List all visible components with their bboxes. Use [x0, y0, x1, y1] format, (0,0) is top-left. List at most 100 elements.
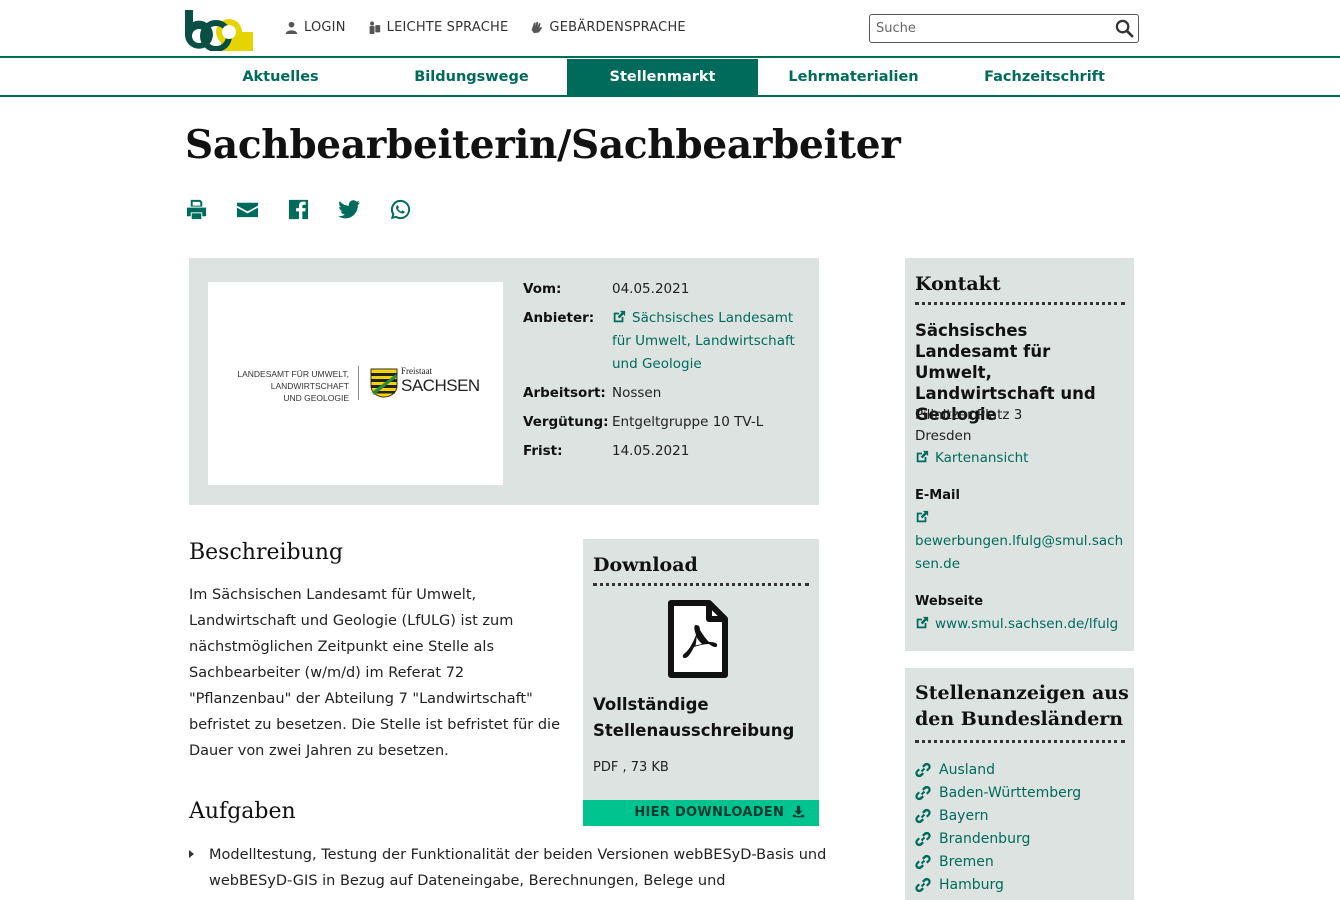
detail-value: Entgeltgruppe 10 TV-L [612, 414, 764, 430]
bundeslaender-box: Stellenanzeigen aus den Bundesländern Au… [905, 668, 1134, 900]
lfulg-line-2: LANDWIRTSCHAFT [270, 381, 349, 391]
anbieter-text: Sächsisches Landesamt für Umwelt, Landwi… [612, 310, 795, 372]
bundesland-link[interactable]: Bremen [915, 850, 1081, 873]
facebook-share-button[interactable] [287, 198, 310, 221]
map-link[interactable]: Kartenansicht [915, 447, 1127, 470]
envelope-icon [236, 202, 259, 218]
detail-label: Anbieter: [523, 310, 595, 326]
detail-row-vom: Vom: 04.05.2021 [523, 278, 797, 301]
employer-logo: LANDESAMT FÜR UMWELT, LANDWIRTSCHAFT UND… [208, 282, 503, 485]
aufgaben-heading: Aufgaben [189, 799, 296, 824]
bundesland-link[interactable]: Brandenburg [915, 827, 1081, 850]
external-link-icon [915, 509, 929, 523]
download-meta: PDF , 73 KB [593, 760, 669, 775]
chain-link-icon [915, 854, 931, 869]
nav-item-fachzeitschrift[interactable]: Fachzeitschrift [949, 59, 1140, 95]
bundesland-label: Bremen [939, 853, 994, 870]
download-filename: Vollständige Stellenausschreibung [593, 695, 795, 740]
bundesland-link[interactable]: Baden-Württemberg [915, 781, 1081, 804]
gebaerdensprache-link[interactable]: GEBÄRDENSPRACHE [530, 20, 686, 35]
login-link[interactable]: LOGIN [285, 20, 346, 35]
logo-divider [358, 366, 359, 400]
detail-label: Vergütung: [523, 414, 609, 430]
bundesland-label: Baden-Württemberg [939, 784, 1082, 801]
easy-language-icon [369, 21, 380, 34]
detail-value: 04.05.2021 [612, 281, 690, 297]
bundesland-link[interactable]: Ausland [915, 758, 1081, 781]
bundeslaender-list: Ausland Baden-Württemberg Bayern Branden… [915, 758, 1081, 896]
lfulg-line-1: LANDESAMT FÜR UMWELT, [237, 369, 349, 379]
webseite-label: Webseite [915, 594, 984, 609]
detail-row-arbeitsort: Arbeitsort: Nossen [523, 382, 797, 405]
bundesland-label: Bayern [939, 807, 989, 824]
main-nav: Aktuelles Bildungswege Stellenmarkt Lehr… [0, 59, 1340, 97]
email-link[interactable]: bewerbungen.lfulg@smul.sachsen.de [915, 507, 1127, 576]
whatsapp-icon [390, 199, 411, 220]
main-nav-items: Aktuelles Bildungswege Stellenmarkt Lehr… [185, 59, 1140, 95]
email-share-button[interactable] [236, 198, 259, 221]
dotted-divider [915, 740, 1125, 743]
leichte-sprache-label: LEICHTE SPRACHE [386, 20, 509, 35]
anbieter-link[interactable]: Sächsisches Landesamt für Umwelt, Landwi… [612, 307, 797, 376]
job-details: Vom: 04.05.2021 Anbieter: Sächsisches La… [523, 278, 797, 469]
twitter-icon [338, 200, 361, 219]
site-logo[interactable] [183, 6, 253, 51]
pdf-file-icon[interactable] [667, 599, 729, 679]
kontakt-box: Kontakt Sächsisches Landesamt für Umwelt… [905, 258, 1134, 651]
detail-row-verguetung: Vergütung: Entgeltgruppe 10 TV-L [523, 411, 797, 434]
bundesland-label: Hamburg [939, 876, 1004, 893]
login-label: LOGIN [304, 20, 346, 35]
gebaerdensprache-label: GEBÄRDENSPRACHE [549, 20, 686, 35]
detail-row-anbieter: Anbieter: Sächsisches Landesamt für Umwe… [523, 307, 797, 376]
map-link-label: Kartenansicht [935, 450, 1029, 466]
whatsapp-share-button[interactable] [389, 198, 412, 221]
nav-item-lehrmaterialien[interactable]: Lehrmaterialien [758, 59, 949, 95]
nav-item-aktuelles[interactable]: Aktuelles [185, 59, 376, 95]
aufgaben-list-item: Modelltestung, Testung der Funktionalitä… [189, 842, 829, 894]
share-bar [185, 198, 412, 221]
download-box: Download Vollständige Stellenausschreibu… [583, 539, 819, 826]
detail-value: Nossen [612, 385, 662, 401]
bundeslaender-heading: Stellenanzeigen aus den Bundesländern [915, 682, 1129, 730]
search-box [869, 14, 1139, 43]
sign-language-icon [532, 21, 543, 34]
search-input[interactable] [870, 15, 1106, 42]
nav-item-stellenmarkt[interactable]: Stellenmarkt [567, 59, 758, 95]
nav-item-bildungswege[interactable]: Bildungswege [376, 59, 567, 95]
job-info-box: LANDESAMT FÜR UMWELT, LANDWIRTSCHAFT UND… [189, 258, 819, 505]
download-button[interactable]: HIER DOWNLOADEN [583, 800, 819, 826]
chain-link-icon [915, 831, 931, 846]
page-title: Sachbearbeiterin/Sachbearbeiter [185, 122, 901, 168]
kontakt-city: Dresden [915, 428, 972, 444]
twitter-share-button[interactable] [338, 198, 361, 221]
chain-link-icon [915, 762, 931, 777]
website-url: www.smul.sachsen.de/lfulg [935, 616, 1119, 632]
download-button-label: HIER DOWNLOADEN [634, 805, 785, 820]
detail-value: 14.05.2021 [612, 443, 690, 459]
saxony-crest-icon [370, 368, 398, 398]
detail-row-frist: Frist: 14.05.2021 [523, 440, 797, 463]
top-links: LOGIN LEICHTE SPRACHE GEBÄRDENSPRACHE [285, 20, 686, 35]
search-icon[interactable] [1115, 19, 1134, 38]
facebook-icon [288, 199, 309, 220]
download-heading: Download [593, 554, 698, 576]
top-bar: LOGIN LEICHTE SPRACHE GEBÄRDENSPRACHE [0, 0, 1340, 58]
dotted-divider [915, 302, 1125, 305]
external-link-icon [612, 309, 626, 323]
chain-link-icon [915, 877, 931, 892]
bundesland-label: Brandenburg [939, 830, 1031, 847]
external-link-icon [915, 615, 929, 629]
chain-link-icon [915, 785, 931, 800]
bundesland-link[interactable]: Hamburg [915, 873, 1081, 896]
chain-link-icon [915, 808, 931, 823]
kontakt-street: Pillnitzer Platz 3 [915, 407, 1023, 423]
detail-label: Frist: [523, 443, 563, 459]
detail-label: Arbeitsort: [523, 385, 606, 401]
beschreibung-heading: Beschreibung [189, 540, 344, 565]
kontakt-heading: Kontakt [915, 273, 1001, 295]
bundesland-link[interactable]: Bayern [915, 804, 1081, 827]
leichte-sprache-link[interactable]: LEICHTE SPRACHE [368, 20, 509, 35]
website-link[interactable]: www.smul.sachsen.de/lfulg [915, 613, 1127, 636]
lfulg-logo-text: LANDESAMT FÜR UMWELT, LANDWIRTSCHAFT UND… [236, 368, 349, 404]
print-button[interactable] [185, 198, 208, 221]
